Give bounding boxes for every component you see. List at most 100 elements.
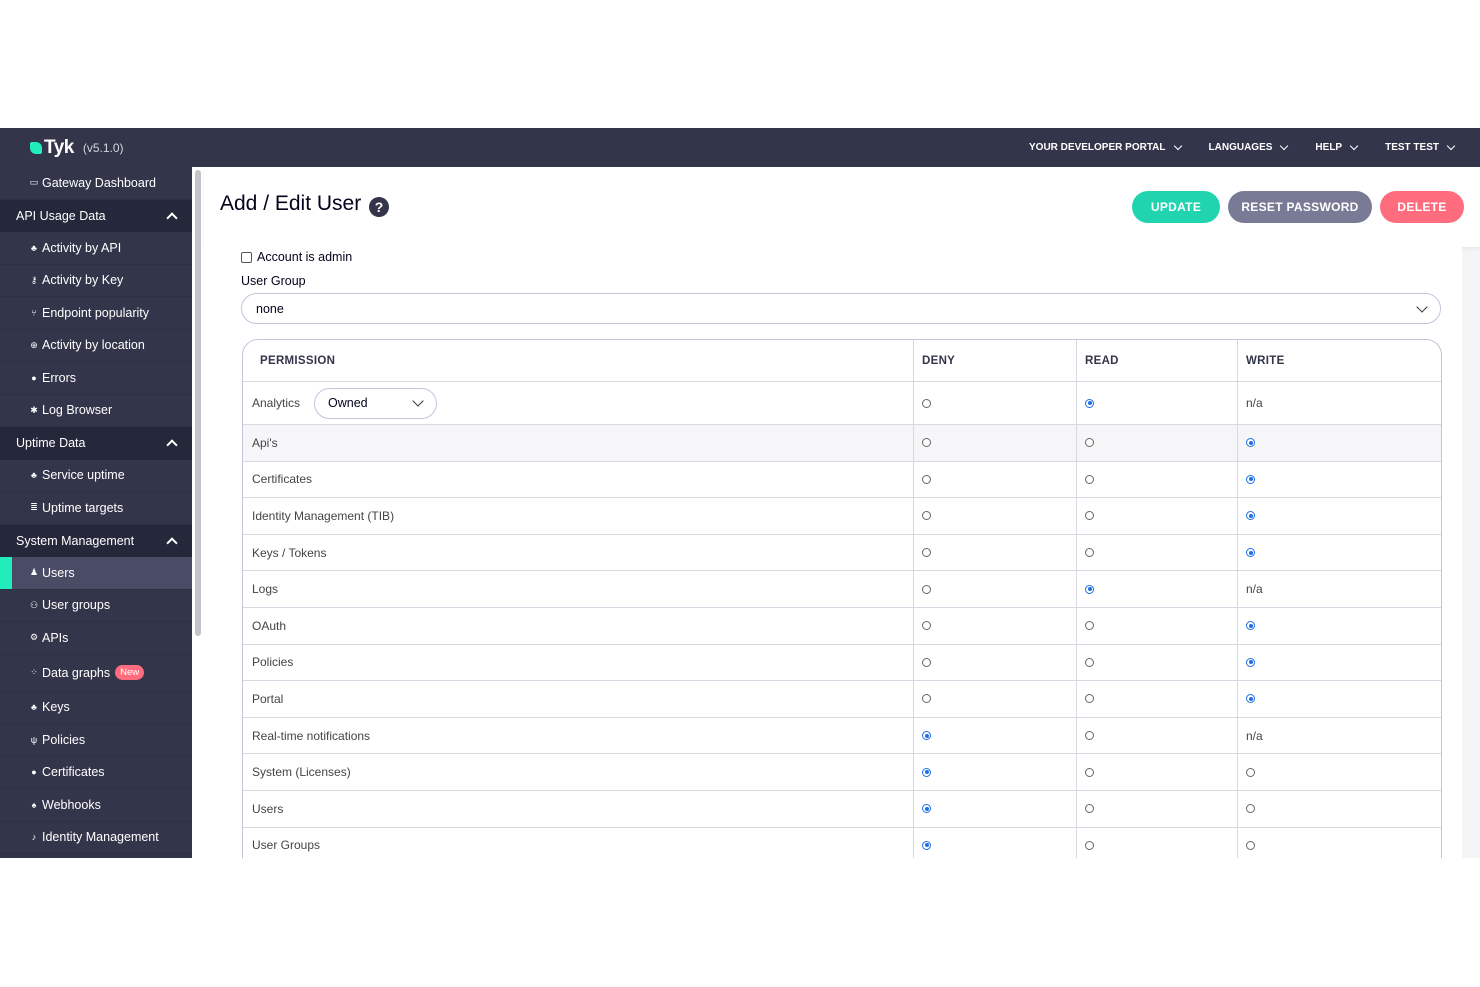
user-menu[interactable]: TEST TEST bbox=[1385, 141, 1456, 153]
write-radio[interactable] bbox=[1246, 694, 1255, 704]
sidebar-item-uptime-targets[interactable]: ≣ Uptime targets bbox=[0, 492, 192, 525]
sidebar-item-activity-by-api[interactable]: ♣ Activity by API bbox=[0, 232, 192, 265]
deny-cell bbox=[914, 681, 1077, 717]
read-radio[interactable] bbox=[1085, 398, 1094, 408]
deny-radio[interactable] bbox=[922, 584, 931, 594]
sidebar-item-activity-by-location[interactable]: ⊕ Activity by location bbox=[0, 330, 192, 362]
deny-radio[interactable] bbox=[922, 657, 931, 667]
sidebar-item-log-browser[interactable]: ✱ Log Browser bbox=[0, 395, 192, 427]
sidebar-item-label: Log Browser bbox=[42, 403, 113, 418]
write-radio[interactable] bbox=[1246, 438, 1255, 448]
sidebar-item-webhooks[interactable]: ♠ Webhooks bbox=[0, 789, 192, 822]
write-radio[interactable] bbox=[1246, 548, 1255, 558]
read-radio[interactable] bbox=[1085, 694, 1094, 704]
deny-radio[interactable] bbox=[922, 398, 931, 408]
sidebar-item-apis[interactable]: ⚙ APIs bbox=[0, 622, 192, 655]
reset-password-button[interactable]: RESET PASSWORD bbox=[1228, 191, 1372, 223]
sidebar-item-endpoint-popularity[interactable]: ⑂ Endpoint popularity bbox=[0, 297, 192, 330]
sidebar-scrollbar-thumb[interactable] bbox=[195, 170, 201, 636]
deny-cell bbox=[914, 754, 1077, 790]
delete-button[interactable]: DELETE bbox=[1380, 191, 1464, 223]
read-cell bbox=[1077, 608, 1238, 644]
read-radio[interactable] bbox=[1085, 474, 1094, 484]
analytics-scope-select[interactable]: Owned bbox=[314, 387, 438, 419]
apis-icon: ⚙ bbox=[29, 632, 39, 643]
top-navigation-bar: Tyk (v5.1.0) YOUR DEVELOPER PORTAL LANGU… bbox=[0, 128, 1480, 167]
deny-radio[interactable] bbox=[922, 511, 931, 521]
list-icon: ≣ bbox=[30, 502, 38, 513]
chevron-down-icon bbox=[1173, 141, 1182, 150]
account-admin-checkbox[interactable] bbox=[241, 251, 252, 263]
globe-icon: ⊕ bbox=[30, 339, 38, 350]
certificate-icon: ● bbox=[31, 767, 37, 778]
sidebar-item-label: Activity by Key bbox=[42, 273, 124, 288]
write-radio[interactable] bbox=[1246, 804, 1255, 814]
chevron-down-icon bbox=[1416, 301, 1428, 313]
read-cell bbox=[1077, 681, 1238, 717]
read-radio[interactable] bbox=[1085, 767, 1094, 777]
read-radio[interactable] bbox=[1085, 438, 1094, 448]
help-menu[interactable]: HELP bbox=[1315, 141, 1359, 153]
sidebar-item-keys[interactable]: ♣ Keys bbox=[0, 692, 192, 724]
write-radio[interactable] bbox=[1246, 621, 1255, 631]
deny-radio[interactable] bbox=[922, 474, 931, 484]
deny-radio[interactable] bbox=[922, 548, 931, 558]
keys-icon: ♣ bbox=[31, 702, 37, 713]
deny-radio[interactable] bbox=[922, 731, 931, 741]
read-cell bbox=[1077, 382, 1238, 424]
bell-icon: ♠ bbox=[31, 799, 37, 810]
write-cell bbox=[1238, 608, 1441, 644]
page-title: Add / Edit User bbox=[220, 192, 362, 215]
sidebar-item-activity-by-key[interactable]: ⚷ Activity by Key bbox=[0, 265, 192, 297]
languages-menu[interactable]: LANGUAGES bbox=[1208, 141, 1289, 153]
permission-row: Logs n/a bbox=[243, 571, 1441, 608]
permission-name-cell: Users bbox=[243, 791, 914, 827]
permission-name: Identity Management (TIB) bbox=[252, 508, 395, 523]
sidebar-item-data-graphs[interactable]: ⁘ Data graphs New bbox=[0, 655, 192, 692]
permission-name: Keys / Tokens bbox=[252, 545, 327, 560]
sidebar-item-policies[interactable]: ψ Policies bbox=[0, 724, 192, 757]
write-radio[interactable] bbox=[1246, 657, 1255, 667]
read-radio[interactable] bbox=[1085, 804, 1094, 814]
deny-radio[interactable] bbox=[922, 621, 931, 631]
deny-radio[interactable] bbox=[922, 840, 931, 850]
user-group-select[interactable]: none bbox=[241, 293, 1441, 324]
sidebar-item-gateway-dashboard[interactable]: ▭ Gateway Dashboard bbox=[0, 167, 192, 200]
sidebar-section-api-usage[interactable]: API Usage Data bbox=[0, 199, 192, 232]
write-radio[interactable] bbox=[1246, 767, 1255, 777]
deny-radio[interactable] bbox=[922, 438, 931, 448]
read-radio[interactable] bbox=[1085, 584, 1094, 594]
permission-row: System (Licenses) bbox=[243, 754, 1441, 791]
sidebar-item-errors[interactable]: ● Errors bbox=[0, 362, 192, 395]
update-button[interactable]: UPDATE bbox=[1132, 191, 1220, 223]
sidebar-item-users[interactable]: ♟ Users bbox=[0, 557, 192, 590]
read-radio[interactable] bbox=[1085, 548, 1094, 558]
sidebar-section-system-management[interactable]: System Management bbox=[0, 524, 192, 557]
write-radio[interactable] bbox=[1246, 511, 1255, 521]
sidebar-section-uptime[interactable]: Uptime Data bbox=[0, 427, 192, 460]
permission-name: User Groups bbox=[252, 838, 321, 853]
deny-radio[interactable] bbox=[922, 694, 931, 704]
write-cell bbox=[1238, 425, 1441, 461]
activity-icon: ♣ bbox=[31, 470, 37, 481]
write-radio[interactable] bbox=[1246, 474, 1255, 484]
read-radio[interactable] bbox=[1085, 657, 1094, 667]
sidebar-item-certificates[interactable]: ● Certificates bbox=[0, 757, 192, 789]
write-radio[interactable] bbox=[1246, 840, 1255, 850]
read-radio[interactable] bbox=[1085, 731, 1094, 741]
read-radio[interactable] bbox=[1085, 840, 1094, 850]
sidebar-item-user-groups[interactable]: ⚇ User groups bbox=[0, 590, 192, 622]
tyk-logo[interactable]: Tyk (v5.1.0) bbox=[30, 137, 124, 159]
write-cell: n/a bbox=[1238, 382, 1441, 424]
deny-radio[interactable] bbox=[922, 804, 931, 814]
deny-radio[interactable] bbox=[922, 767, 931, 777]
read-radio[interactable] bbox=[1085, 621, 1094, 631]
read-radio[interactable] bbox=[1085, 511, 1094, 521]
sidebar-item-service-uptime[interactable]: ♣ Service uptime bbox=[0, 460, 192, 492]
permission-row: OAuth bbox=[243, 608, 1441, 645]
languages-label: LANGUAGES bbox=[1208, 142, 1273, 153]
help-icon[interactable]: ? bbox=[369, 197, 389, 217]
sidebar-item-identity-management[interactable]: ♪ Identity Management bbox=[0, 822, 192, 854]
developer-portal-menu[interactable]: YOUR DEVELOPER PORTAL bbox=[1029, 141, 1182, 153]
permission-name: System (Licenses) bbox=[252, 765, 351, 780]
